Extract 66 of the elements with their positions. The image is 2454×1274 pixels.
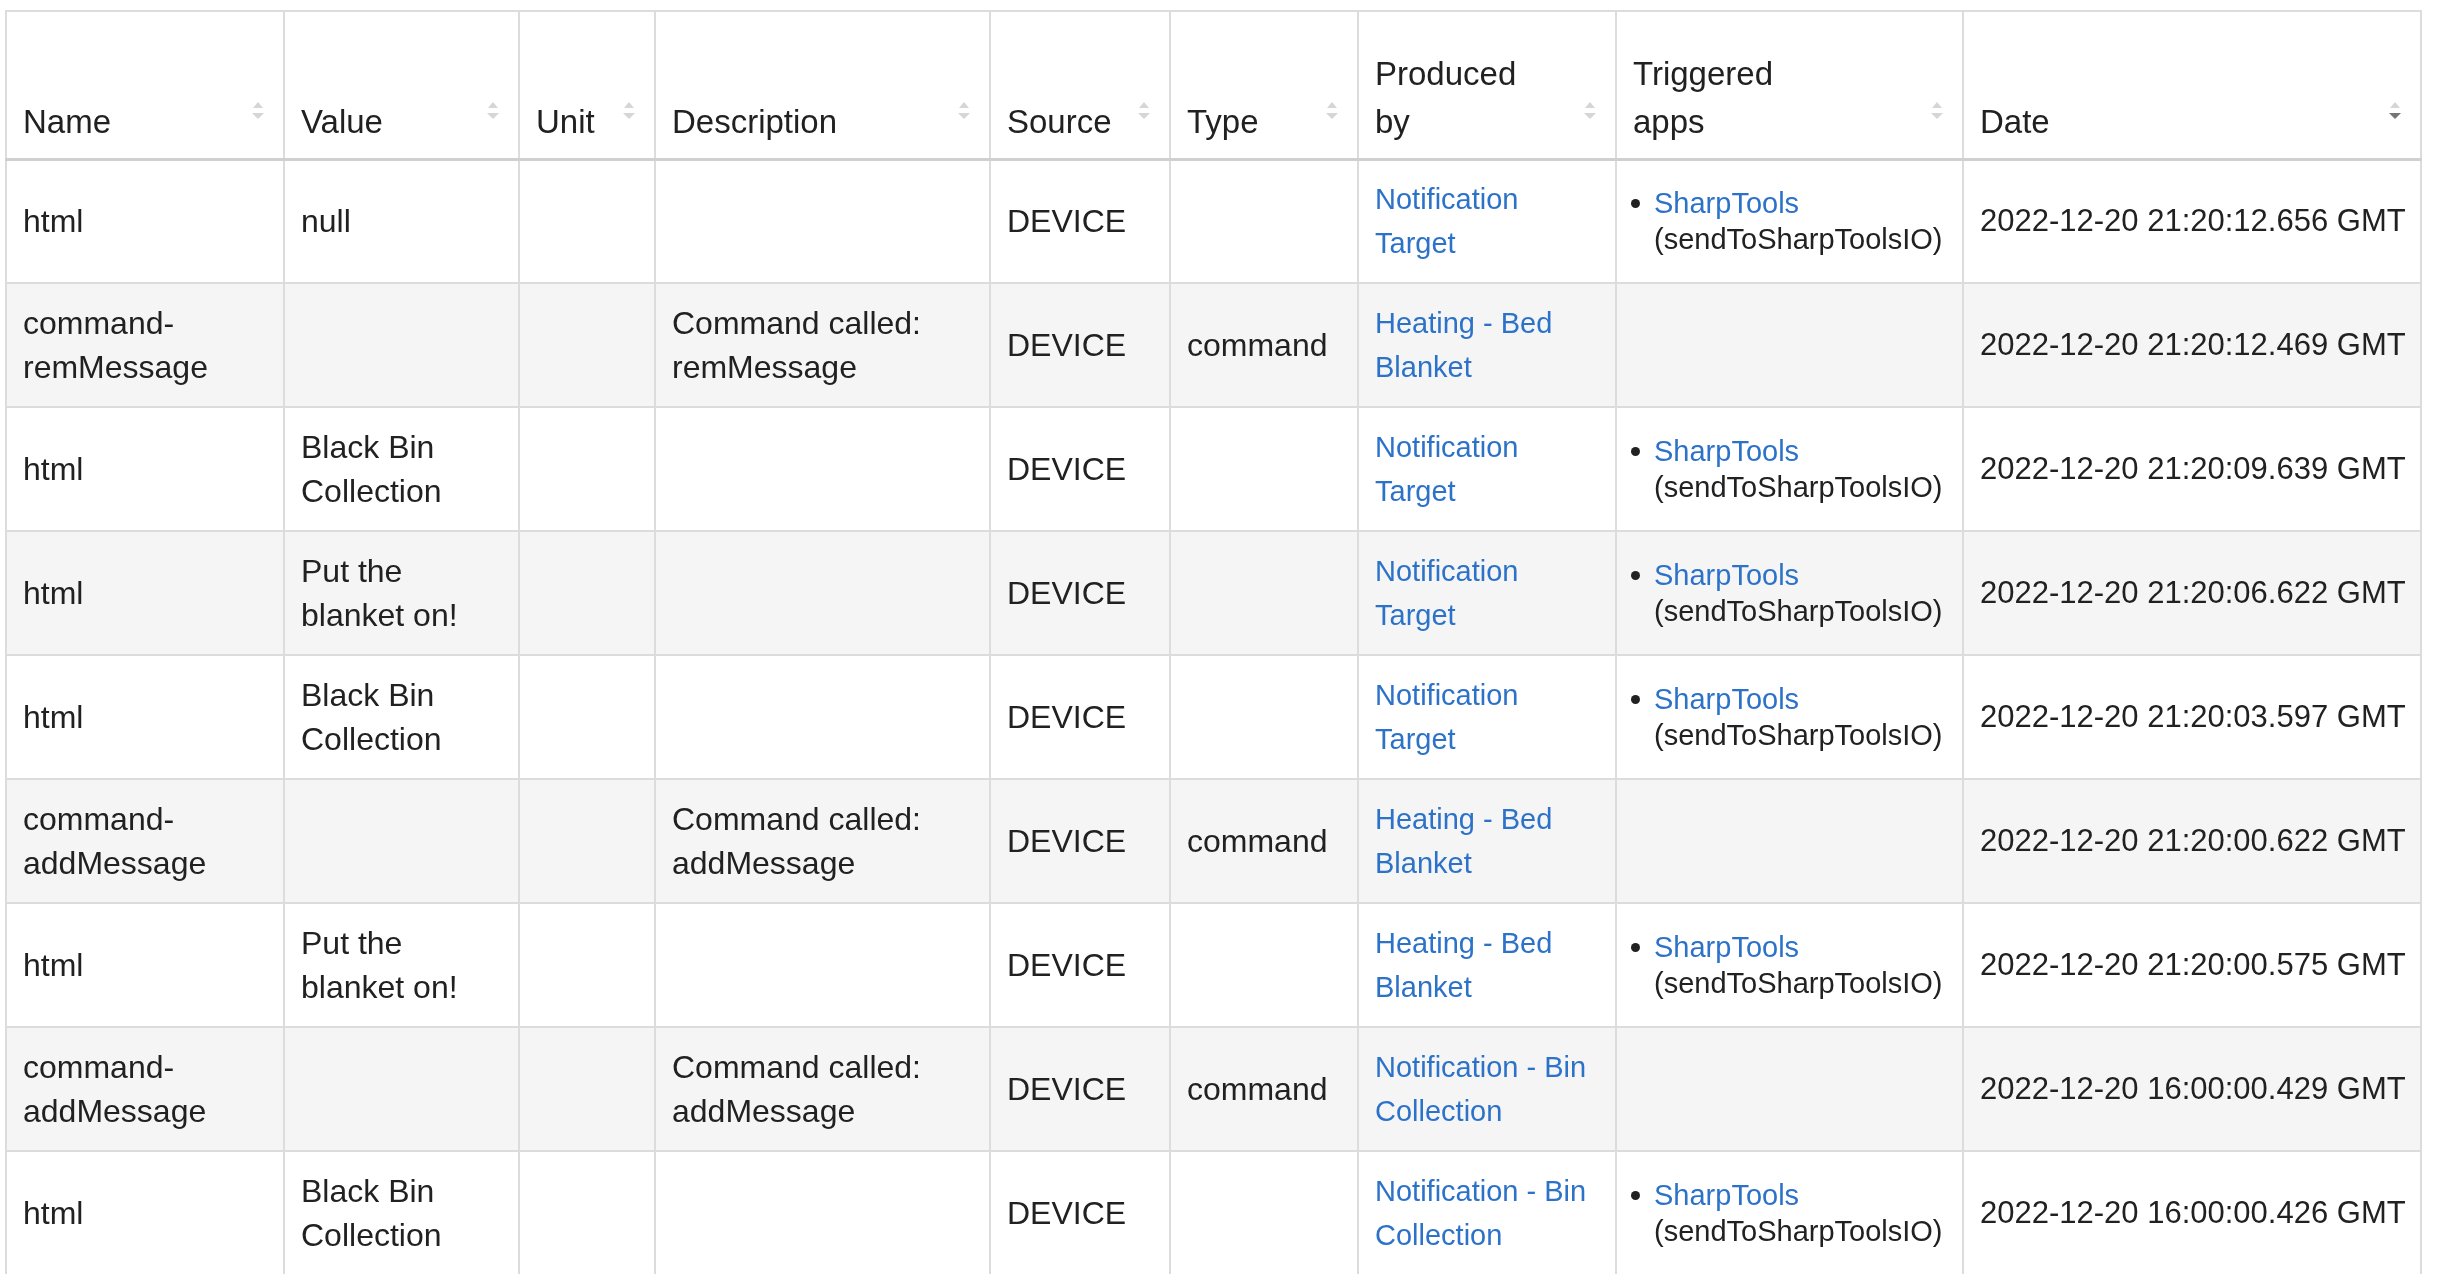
app-method: (sendToSharpToolsIO) [1654,966,1943,1001]
value-cell: Black Bin Collection [301,1173,442,1253]
app-link[interactable]: SharpTools [1654,1177,1800,1213]
date-cell: 2022-12-20 21:20:12.656 GMT [1980,203,2406,239]
app-link[interactable]: SharpTools [1654,433,1800,469]
name-cell: html [23,1195,84,1231]
value-cell: Put the blanket on! [301,925,458,1005]
type-cell: command [1187,1071,1328,1107]
source-cell: DEVICE [1007,203,1127,240]
name-cell: html [23,575,84,611]
app-link[interactable]: SharpTools [1654,557,1800,593]
bullet-icon [1631,1191,1640,1200]
app-method: (sendToSharpToolsIO) [1654,470,1943,505]
description-cell: Command called: remMessage [672,305,921,385]
bullet-icon [1631,695,1640,704]
description-cell: Command called: addMessage [672,1049,921,1129]
type-cell: command [1187,823,1328,859]
source-cell: DEVICE [1007,823,1127,859]
source-cell: DEVICE [1007,327,1127,363]
name-cell: html [23,947,84,983]
app-link[interactable]: SharpTools [1654,929,1800,965]
source-cell: DEVICE [1007,451,1127,487]
app-method: (sendToSharpToolsIO) [1654,222,1943,258]
value-cell: null [301,203,351,240]
value-cell: Put the blanket on! [301,553,458,633]
bullet-icon [1631,571,1640,580]
column-header[interactable]: Produced by [1358,11,1616,159]
description-cell: Command called: addMessage [672,801,921,881]
value-cell: Black Bin Collection [301,677,442,757]
date-cell: 2022-12-20 21:20:09.639 GMT [1980,451,2406,486]
source-cell: DEVICE [1007,575,1127,611]
date-cell: 2022-12-20 21:20:00.622 GMT [1980,823,2406,858]
app-link[interactable]: SharpTools [1654,681,1800,717]
bullet-icon [1631,943,1640,952]
app-link[interactable]: SharpTools [1654,185,1800,222]
source-cell: DEVICE [1007,1195,1127,1231]
app-method: (sendToSharpToolsIO) [1654,1214,1943,1249]
source-cell: DEVICE [1007,1071,1127,1107]
date-cell: 2022-12-20 16:00:00.429 GMT [1980,1071,2406,1106]
date-cell: 2022-12-20 21:20:00.575 GMT [1980,947,2406,982]
column-header[interactable]: Unit [519,11,655,159]
column-header[interactable]: Date [1963,11,2421,159]
type-cell: command [1187,327,1328,363]
date-cell: 2022-12-20 21:20:03.597 GMT [1980,699,2406,734]
source-cell: DEVICE [1007,947,1127,983]
date-cell: 2022-12-20 16:00:00.426 GMT [1980,1195,2406,1230]
bullet-icon [1631,199,1640,209]
column-header[interactable]: Source [990,11,1170,159]
bullet-icon [1631,447,1640,456]
source-cell: DEVICE [1007,699,1127,735]
column-header[interactable]: Triggered apps [1616,11,1963,159]
column-header[interactable]: Name [6,11,284,159]
name-cell: command-addMessage [23,1049,207,1129]
date-cell: 2022-12-20 21:20:06.622 GMT [1980,575,2406,610]
name-cell: html [23,699,84,735]
name-cell: command-remMessage [23,305,208,385]
column-header[interactable]: Description [655,11,990,159]
name-cell: command-addMessage [23,801,207,881]
app-method: (sendToSharpToolsIO) [1654,594,1943,629]
column-header[interactable]: Value [284,11,519,159]
app-method: (sendToSharpToolsIO) [1654,718,1943,753]
date-cell: 2022-12-20 21:20:12.469 GMT [1980,327,2406,362]
name-cell: html [23,451,84,487]
value-cell: Black Bin Collection [301,429,442,509]
column-header[interactable]: Type [1170,11,1358,159]
name-cell: html [23,203,84,240]
